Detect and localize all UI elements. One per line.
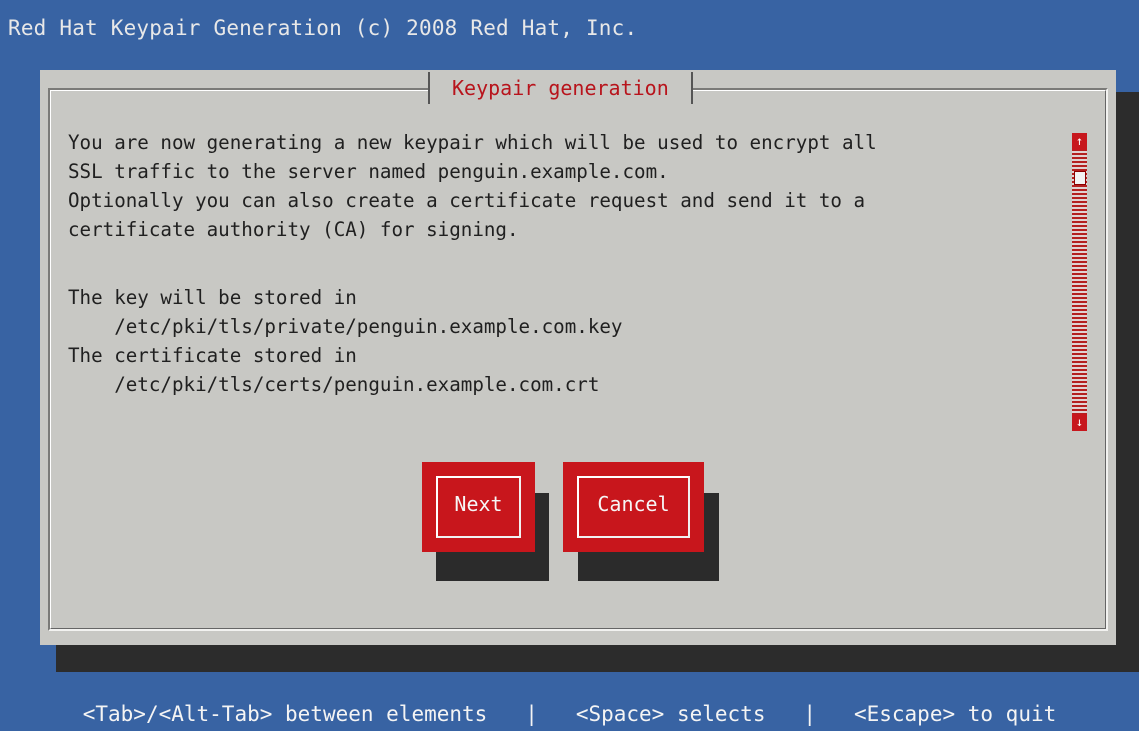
keyboard-help: <Tab>/<Alt-Tab> between elements | <Spac…	[82, 702, 1057, 726]
down-arrow-icon[interactable]: ↓	[1072, 414, 1087, 431]
dialog-message: You are now generating a new keypair whi…	[68, 128, 1064, 418]
cancel-button-label: Cancel	[597, 492, 670, 516]
message-line-4: certificate authority (CA) for signing.	[68, 218, 519, 241]
next-button-label: Next	[454, 492, 503, 516]
app-header-title: Red Hat Keypair Generation (c) 2008 Red …	[8, 16, 638, 40]
message-line-3: Optionally you can also create a certifi…	[68, 189, 866, 212]
dialog-title: Keypair generation	[428, 72, 693, 104]
message-line-2: SSL traffic to the server named penguin.…	[68, 160, 669, 183]
up-arrow-icon[interactable]: ↑	[1072, 133, 1087, 150]
next-button[interactable]: Next	[422, 462, 535, 552]
message-line-6: The key will be stored in	[68, 286, 357, 309]
message-line-9: /etc/pki/tls/certs/penguin.example.com.c…	[68, 373, 600, 396]
message-line-8: The certificate stored in	[68, 344, 357, 367]
message-line-1: You are now generating a new keypair whi…	[68, 131, 877, 154]
message-line-7: /etc/pki/tls/private/penguin.example.com…	[68, 315, 623, 338]
scroll-thumb[interactable]	[1074, 171, 1086, 185]
cancel-button[interactable]: Cancel	[563, 462, 704, 552]
vertical-scrollbar[interactable]: ↑ ↓	[1072, 133, 1087, 431]
